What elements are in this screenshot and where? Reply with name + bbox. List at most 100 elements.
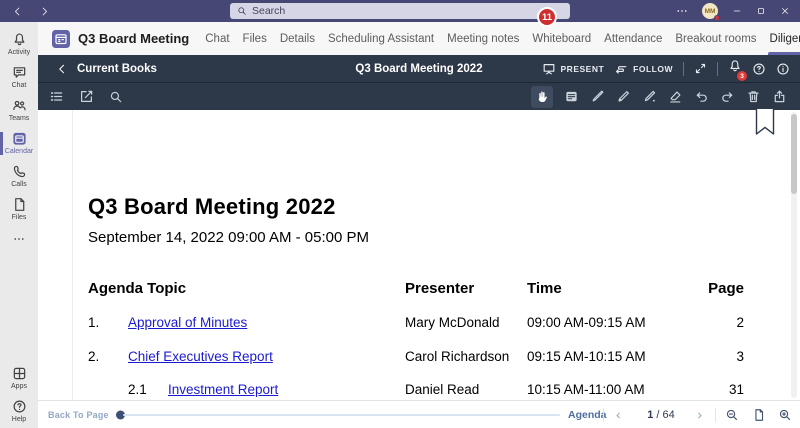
previous-page-button[interactable]: [613, 401, 624, 428]
sidebar-item-chat[interactable]: Chat: [0, 61, 38, 94]
pen-tool-icon[interactable]: [590, 89, 605, 104]
fit-page-button[interactable]: [752, 401, 766, 428]
search-bar[interactable]: [230, 3, 570, 19]
ellipsis-icon: [13, 233, 25, 245]
sidebar-more-button[interactable]: [13, 226, 25, 256]
current-page: 1: [647, 409, 653, 421]
titlebar: MM: [0, 0, 800, 22]
follow-button[interactable]: FOLLOW: [614, 62, 673, 76]
signature-pen-tool-icon[interactable]: [642, 89, 657, 104]
zoom-out-button[interactable]: [725, 401, 739, 428]
tab-whiteboard[interactable]: Whiteboard: [532, 22, 591, 55]
redo-icon[interactable]: [720, 89, 735, 104]
fullscreen-expand-icon[interactable]: [694, 62, 707, 75]
app-rail: Activity Chat Teams Calendar Calls Files: [0, 22, 38, 428]
search-input[interactable]: [252, 5, 563, 17]
back-to-current-books[interactable]: Current Books: [56, 55, 157, 82]
maximize-icon[interactable]: [756, 6, 766, 16]
file-icon: [12, 197, 27, 212]
section-label[interactable]: Agenda: [568, 401, 607, 428]
tab-diligent[interactable]: Diligent: [770, 22, 800, 55]
agenda-topic-link[interactable]: Investment Report: [168, 382, 278, 397]
notifications-button[interactable]: 3: [728, 59, 742, 78]
info-circle-icon[interactable]: [776, 62, 790, 76]
document-title: Q3 Board Meeting 2022: [88, 194, 336, 220]
agenda-topic-link[interactable]: Approval of Minutes: [128, 315, 247, 330]
agenda-page: 31: [668, 382, 744, 397]
current-books-label: Current Books: [77, 63, 157, 75]
tab-scheduling-assistant[interactable]: Scheduling Assistant: [328, 22, 434, 55]
tab-breakout-rooms[interactable]: Breakout rooms: [675, 22, 756, 55]
tab-chat[interactable]: Chat: [205, 22, 229, 55]
agenda-presenter: Mary McDonald: [405, 315, 500, 330]
sidebar-item-calls[interactable]: Calls: [0, 160, 38, 193]
bookmark-ribbon-icon[interactable]: [755, 109, 775, 136]
rail-label: Apps: [11, 383, 27, 390]
scrollbar-thumb[interactable]: [791, 114, 797, 194]
follow-arrows-icon: [614, 62, 628, 76]
calendar-icon: [12, 131, 27, 146]
annotation-toolbar: [38, 82, 800, 110]
phone-icon: [12, 164, 27, 179]
rail-label: Chat: [12, 82, 27, 89]
history-back-icon[interactable]: [12, 6, 23, 17]
agenda-page: 2: [668, 315, 744, 330]
teams-people-icon: [12, 98, 27, 113]
column-header-presenter: Presenter: [405, 280, 474, 297]
next-page-button[interactable]: [694, 401, 705, 428]
sticky-note-tool-icon[interactable]: [564, 89, 579, 104]
avatar-initials: MM: [705, 8, 716, 15]
page-separator: /: [656, 409, 659, 421]
sidebar-item-teams[interactable]: Teams: [0, 94, 38, 127]
avatar[interactable]: MM: [702, 3, 718, 19]
column-header-time: Time: [527, 280, 562, 297]
present-label: PRESENT: [561, 64, 605, 74]
agenda-presenter: Carol Richardson: [405, 349, 509, 364]
tab-files[interactable]: Files: [243, 22, 267, 55]
hand-pan-tool[interactable]: [531, 86, 553, 108]
close-window-icon[interactable]: [780, 6, 790, 16]
sidebar-item-activity[interactable]: Activity: [0, 28, 38, 61]
rail-label: Help: [12, 416, 26, 423]
search-icon: [237, 6, 247, 16]
sidebar-item-calendar[interactable]: Calendar: [0, 127, 38, 160]
undo-icon[interactable]: [694, 89, 709, 104]
activity-bell-icon: [12, 32, 27, 47]
column-header-agenda-topic: Agenda Topic: [88, 280, 186, 297]
page-slider-track[interactable]: [123, 414, 560, 416]
minimize-icon[interactable]: [732, 6, 742, 16]
sidebar-item-files[interactable]: Files: [0, 193, 38, 226]
agenda-page: 3: [668, 349, 744, 364]
highlighter-tool-icon[interactable]: [668, 89, 683, 104]
help-circle-icon[interactable]: [752, 62, 766, 76]
rail-label: Files: [12, 214, 27, 221]
teams-window: MM Q3 Board Meeting Chat Files Details S…: [0, 0, 800, 428]
pencil-tool-icon[interactable]: [616, 89, 631, 104]
zoom-in-icon: [778, 408, 792, 422]
zoom-in-button[interactable]: [778, 401, 792, 428]
presence-busy-icon: [714, 15, 720, 21]
tab-details[interactable]: Details: [280, 22, 315, 55]
agenda-time: 09:15 AM-10:15 AM: [527, 349, 646, 364]
document-search-icon[interactable]: [109, 90, 123, 104]
agenda-row-number: 2.1: [128, 382, 147, 397]
rail-label: Teams: [9, 115, 30, 122]
delete-annotation-icon[interactable]: [746, 89, 761, 104]
history-forward-icon[interactable]: [39, 6, 50, 17]
tab-meeting-notes[interactable]: Meeting notes: [447, 22, 519, 55]
tab-attendance[interactable]: Attendance: [604, 22, 662, 55]
more-options-icon[interactable]: [676, 5, 688, 17]
follow-label: FOLLOW: [633, 64, 673, 74]
export-share-icon[interactable]: [772, 89, 787, 104]
table-of-contents-icon[interactable]: [49, 89, 64, 104]
divider: [683, 62, 684, 76]
chevron-left-icon: [56, 63, 68, 75]
agenda-topic-link[interactable]: Chief Executives Report: [128, 349, 273, 364]
back-to-page-button[interactable]: Back To Page: [48, 401, 109, 428]
compose-note-icon[interactable]: [79, 89, 94, 104]
chevron-left-icon: [613, 410, 624, 421]
agenda-row-number: 2.: [88, 349, 99, 364]
sidebar-item-apps[interactable]: Apps: [0, 362, 38, 395]
sidebar-item-help[interactable]: Help: [0, 395, 38, 428]
present-button[interactable]: PRESENT: [542, 62, 605, 76]
